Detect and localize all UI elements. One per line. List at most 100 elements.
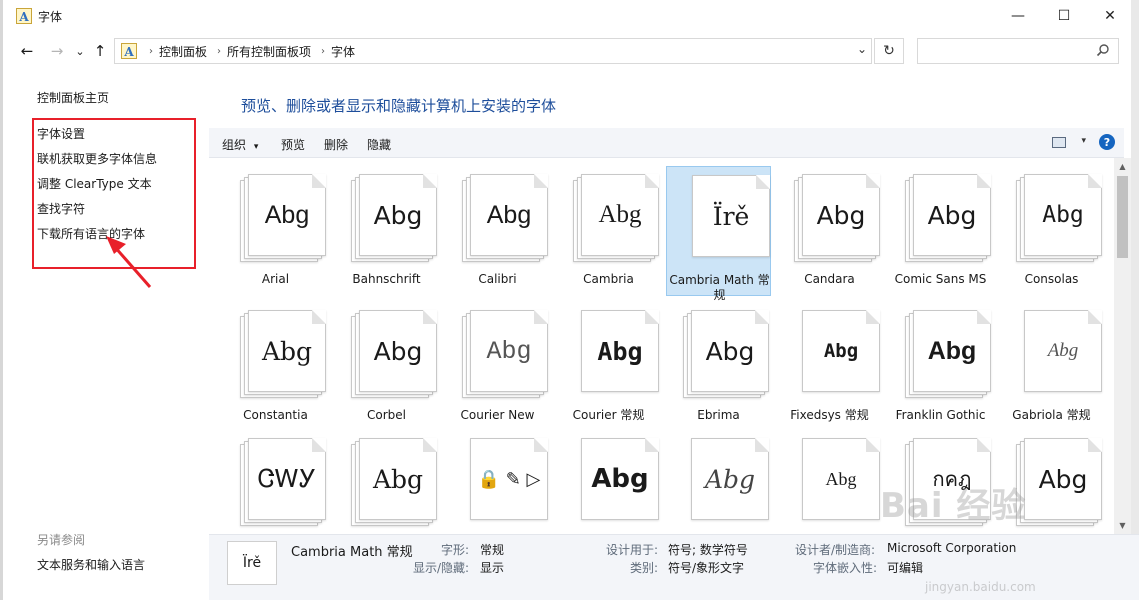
font-sample-text: 🔒 ✎ ▷ (477, 468, 541, 490)
font-tile[interactable]: Abg Franklin Gothic (888, 302, 993, 432)
scroll-up-icon[interactable]: ▲ (1114, 158, 1131, 175)
font-tile[interactable]: Ïrě Cambria Math 常规 (666, 166, 771, 302)
font-tile[interactable]: Abg Gabriola 常规 (999, 302, 1104, 432)
minimize-button[interactable]: — (995, 0, 1041, 32)
font-name-label: Gabriola 常规 (1012, 408, 1091, 422)
font-tile[interactable]: Abg Cambria (556, 166, 661, 296)
back-button[interactable]: ← (17, 41, 37, 61)
delete-button[interactable]: 删除 (324, 136, 348, 153)
baidu-watermark: Bai 经验 (880, 486, 1027, 526)
font-name-label: Constantia (243, 408, 308, 422)
svg-text:A: A (18, 10, 29, 24)
svg-text:A: A (123, 45, 134, 59)
font-tile[interactable]: Abg Courier New (445, 302, 550, 432)
font-tile[interactable]: Abg Arial (223, 166, 328, 296)
breadcrumb-control-panel[interactable]: 控制面板 (159, 43, 207, 60)
close-icon: ✕ (1104, 8, 1116, 24)
scrollbar-thumb[interactable] (1117, 176, 1128, 258)
font-tile[interactable]: Abg Bahnschrift (334, 166, 439, 296)
fonts-folder-icon: A (119, 41, 139, 61)
font-sample-text: Abg (927, 336, 977, 365)
font-tile[interactable]: Abg Comic Sans MS (888, 166, 993, 296)
font-tile[interactable]: Abg Corbel (334, 302, 439, 432)
recent-locations-button[interactable]: ⌄ (70, 41, 90, 61)
hide-button[interactable]: 隐藏 (367, 136, 391, 153)
vertical-scrollbar[interactable]: ▲ ▼ (1114, 158, 1131, 534)
designed-for-value: 符号; 数学符号 (668, 543, 748, 557)
font-family-icon: Abg (240, 174, 326, 262)
font-tile[interactable]: 🔒 ✎ ▷HoloLens MDL2 (445, 430, 550, 534)
refresh-button[interactable]: ↻ (874, 38, 904, 64)
font-family-icon: Abg (573, 174, 659, 262)
font-tile[interactable]: Abg Calibri (445, 166, 550, 296)
breadcrumb-all-items[interactable]: 所有控制面板项 (227, 43, 311, 60)
font-family-icon: Abg (905, 310, 991, 398)
selected-font-thumbnail: Ïrě (227, 541, 277, 585)
font-name-label: Corbel (367, 408, 406, 422)
address-dropdown-icon[interactable]: ⌄ (857, 42, 867, 56)
font-sample-text: Abg (927, 200, 977, 230)
font-sample-text: Abg (261, 336, 313, 366)
view-options-chevron-icon[interactable]: ▾ (1081, 136, 1086, 146)
breadcrumb-fonts[interactable]: 字体 (331, 43, 355, 60)
font-name-label: Franklin Gothic (895, 408, 986, 422)
font-tile[interactable]: Abg Courier 常规 (556, 302, 661, 432)
font-name-label: Calibri (478, 272, 517, 286)
scroll-down-icon[interactable]: ▼ (1114, 517, 1131, 534)
font-family-icon: Abg (351, 174, 437, 262)
font-tile[interactable]: AbgInk Free 常规 (666, 430, 771, 534)
annotation-arrow-icon (106, 236, 152, 288)
font-sample-text: Abg (372, 464, 424, 494)
font-tile[interactable]: Abg Ebrima (666, 302, 771, 432)
font-family-icon: Abg (240, 310, 326, 398)
font-tile[interactable]: Abg Fixedsys 常规 (777, 302, 882, 432)
help-icon[interactable]: ? (1099, 134, 1115, 150)
fonts-app-icon: A (16, 8, 32, 24)
font-tile[interactable]: Abg Consolas (999, 166, 1104, 296)
forward-button[interactable]: → (47, 41, 67, 61)
preview-button[interactable]: 预览 (281, 136, 305, 153)
up-button[interactable]: ↑ (90, 41, 110, 61)
embeddability-value: 可编辑 (887, 561, 924, 575)
chevron-down-icon: ▾ (253, 142, 259, 152)
font-family-icon: Abg (905, 174, 991, 262)
organize-label: 组织 (222, 138, 247, 152)
font-tile[interactable]: Abg Constantia (223, 302, 328, 432)
show-hide-key: 显示/隐藏: (413, 561, 470, 575)
font-family-icon: Abg (1016, 438, 1102, 526)
font-tile[interactable]: ᏣᎳᎩGadugi (223, 430, 328, 534)
search-icon (1096, 43, 1110, 60)
address-bar[interactable]: A › 控制面板 › 所有控制面板项 › 字体 ⌄ (114, 38, 872, 64)
font-tile[interactable]: AbgImpact 常规 (556, 430, 661, 534)
organize-menu[interactable]: 组织 ▾ (222, 136, 258, 153)
font-sample-text: Abg (591, 464, 649, 494)
font-file-icon: Abg (573, 310, 659, 398)
style-key: 字形: (441, 543, 470, 557)
font-sample-text: Abg (705, 336, 755, 366)
title-bar: A 字体 — ☐ ✕ (0, 0, 1139, 32)
font-name-label: Consolas (1024, 272, 1079, 286)
change-view-icon[interactable] (1052, 137, 1066, 148)
control-panel-home-link[interactable]: 控制面板主页 (37, 89, 109, 106)
font-tile[interactable]: AbgJavanese Text (777, 430, 882, 534)
font-tile[interactable]: AbgGeorgia (334, 430, 439, 534)
font-sample-text: Abg (816, 200, 866, 230)
command-toolbar: 组织 ▾ 预览 删除 隐藏 ▾ ? (209, 128, 1124, 158)
font-sample-text: Abg (264, 200, 310, 229)
back-arrow-icon: ← (20, 42, 34, 60)
font-name-label: Cambria Math 常规 (669, 273, 770, 302)
font-family-icon: Abg (351, 438, 437, 526)
font-name-label: Ebrima (697, 408, 740, 422)
font-sample-text: Abg (373, 336, 423, 366)
font-name-label: Arial (261, 272, 290, 286)
chevron-down-icon: ⌄ (75, 44, 85, 58)
font-tile[interactable]: Abg Candara (777, 166, 882, 296)
font-family-icon: Abg (351, 310, 437, 398)
font-name-label: Cambria (583, 272, 634, 286)
refresh-icon: ↻ (883, 43, 895, 59)
maximize-button[interactable]: ☐ (1041, 0, 1087, 32)
text-services-link[interactable]: 文本服务和输入语言 (37, 556, 145, 573)
close-button[interactable]: ✕ (1087, 0, 1133, 32)
search-input[interactable] (917, 38, 1119, 64)
font-sample-text: Abg (373, 200, 423, 230)
